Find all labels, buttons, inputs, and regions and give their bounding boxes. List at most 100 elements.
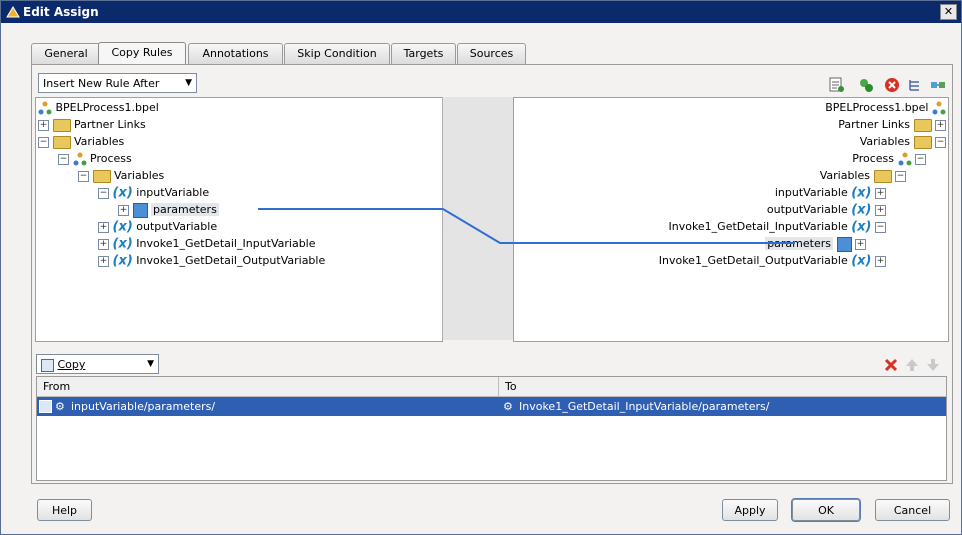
process-icon [898,152,911,166]
operation-value: Copy [57,358,86,371]
target-tree: BPELProcess1.bpel Partner Links + Variab… [513,97,949,342]
variable-icon: (x) [851,253,872,269]
copy-icon [39,400,52,413]
tab-general[interactable]: General [31,43,101,64]
column-header-to[interactable]: To [499,377,946,397]
expand-icon[interactable]: + [98,255,109,267]
bpel-icon [932,101,946,115]
chevron-down-icon: ▼ [185,78,192,88]
variable-icon: (x) [112,219,133,235]
tab-copy-rules[interactable]: Copy Rules [98,42,186,65]
variable-icon: (x) [112,185,133,201]
copy-icon [41,358,54,372]
expand-icon[interactable]: + [935,119,946,131]
target-tree-node[interactable]: outputVariable (x) + [767,201,886,218]
source-tree-node[interactable]: + parameters [118,201,219,218]
link-icon[interactable] [930,77,946,93]
xpath-icon: ⚙ [503,400,513,413]
tab-targets[interactable]: Targets [391,43,456,64]
collapse-icon[interactable]: − [875,221,886,233]
app-icon [6,6,20,18]
source-tree: BPELProcess1.bpel + Partner Links − Vari… [35,97,443,342]
help-button[interactable]: Help [37,499,92,521]
insert-icon[interactable] [907,77,923,93]
target-tree-node[interactable]: Invoke1_GetDetail_OutputVariable (x) + [659,252,886,269]
xpath-icon: ⚙ [55,400,65,413]
expand-icon[interactable]: + [118,204,129,216]
variable-icon: (x) [851,202,872,218]
source-tree-node[interactable]: − Variables [78,167,164,184]
target-tree-node[interactable]: Variables − [860,133,946,150]
target-tree-node[interactable]: inputVariable (x) + [775,184,886,201]
bpel-icon [38,101,52,115]
expand-icon[interactable]: + [875,187,886,199]
chevron-down-icon: ▼ [147,359,154,369]
ok-button[interactable]: OK [791,498,861,522]
expand-icon[interactable]: + [98,221,109,233]
collapse-icon[interactable]: − [915,153,926,165]
collapse-icon[interactable]: − [935,136,946,148]
tab-annotations[interactable]: Annotations [188,43,283,64]
rule-to-cell: Invoke1_GetDetail_InputVariable/paramete… [519,400,770,413]
source-tree-node[interactable]: + (x) outputVariable [98,218,217,235]
collapse-icon[interactable]: − [38,136,49,148]
source-tree-node[interactable]: − Process [58,150,132,167]
expand-icon[interactable]: + [875,255,886,267]
target-tree-node[interactable]: Process − [852,150,926,167]
move-up-icon[interactable] [904,357,920,373]
folder-icon [52,118,71,132]
title-bar: Edit Assign ✕ [1,1,961,23]
window-title: Edit Assign [23,5,99,19]
tab-skip-condition[interactable]: Skip Condition [284,43,390,64]
table-row[interactable]: ⚙ inputVariable/parameters/ ⚙ Invoke1_Ge… [37,397,946,416]
collapse-icon[interactable]: − [98,187,109,199]
edit-assign-dialog: Edit Assign ✕ General Copy Rules Annotat… [0,0,962,535]
source-tree-node[interactable]: − (x) inputVariable [98,184,209,201]
process-icon [73,152,86,166]
folder-icon [913,135,932,149]
target-tree-node[interactable]: Variables − [820,167,906,184]
folder-icon [913,118,932,132]
target-tree-node[interactable]: Partner Links + [838,116,946,133]
apply-button[interactable]: Apply [722,499,778,521]
variable-icon: (x) [112,236,133,252]
variable-icon: (x) [851,185,872,201]
parameter-icon [132,202,148,218]
source-tree-node[interactable]: BPELProcess1.bpel [38,99,159,116]
target-tree-node[interactable]: parameters + [765,235,866,252]
tab-sources[interactable]: Sources [457,43,526,64]
copy-rules-panel: Insert New Rule After ▼ BPELProcess1.bpe… [31,64,953,484]
insert-rule-dropdown[interactable]: Insert New Rule After ▼ [38,73,197,93]
expand-icon[interactable]: + [38,119,49,131]
source-tree-node[interactable]: + (x) Invoke1_GetDetail_OutputVariable [98,252,325,269]
expand-icon[interactable]: + [98,238,109,250]
expand-icon[interactable]: + [855,238,866,250]
parameter-icon [836,236,852,252]
folder-icon [52,135,71,149]
move-down-icon[interactable] [925,357,941,373]
close-button[interactable]: ✕ [940,4,957,20]
target-tree-node[interactable]: Invoke1_GetDetail_InputVariable (x) − [668,218,886,235]
rule-from-cell: inputVariable/parameters/ [71,400,216,413]
variable-icon: (x) [851,219,872,235]
delete-rule-icon[interactable] [883,357,899,373]
delete-icon[interactable] [884,77,900,93]
collapse-icon[interactable]: − [895,170,906,182]
cancel-button[interactable]: Cancel [875,499,950,521]
column-header-from[interactable]: From [37,377,499,397]
source-tree-node[interactable]: + Partner Links [38,116,146,133]
map-icon[interactable] [858,77,874,93]
source-tree-node[interactable]: + (x) Invoke1_GetDetail_InputVariable [98,235,316,252]
mapping-canvas[interactable] [442,97,514,340]
operation-dropdown[interactable]: Copy ▼ [36,354,159,374]
folder-icon [92,169,111,183]
folder-icon [873,169,892,183]
collapse-icon[interactable]: − [58,153,69,165]
expand-icon[interactable]: + [875,204,886,216]
collapse-icon[interactable]: − [78,170,89,182]
source-tree-node[interactable]: − Variables [38,133,124,150]
target-tree-node[interactable]: BPELProcess1.bpel [825,99,946,116]
variable-icon: (x) [112,253,133,269]
insert-rule-value: Insert New Rule After [43,77,160,90]
expression-builder-icon[interactable] [829,77,845,93]
